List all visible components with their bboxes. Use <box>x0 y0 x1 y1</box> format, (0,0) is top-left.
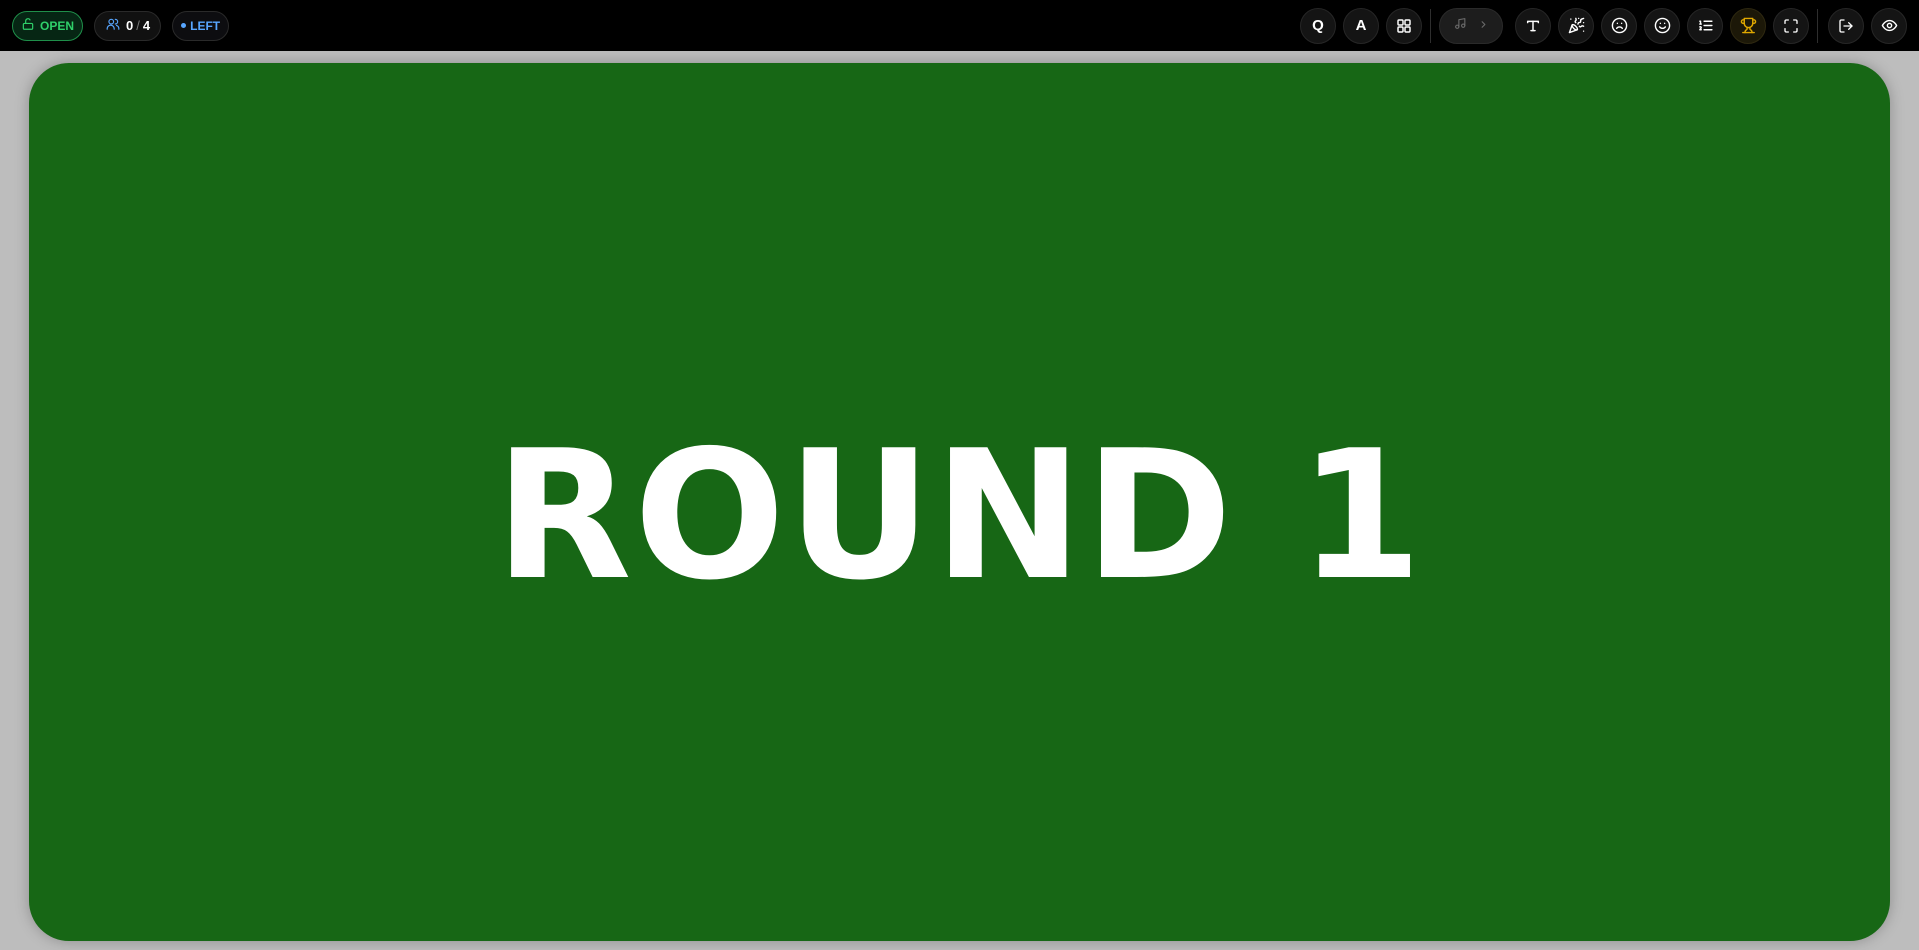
show-answer-button[interactable]: A <box>1343 7 1379 44</box>
room-status-label: OPEN <box>40 18 75 33</box>
music-control[interactable] <box>1439 7 1503 44</box>
sad-reaction-button[interactable] <box>1601 7 1637 44</box>
grid-view-button[interactable] <box>1386 7 1422 44</box>
music-note-icon[interactable] <box>1454 17 1467 35</box>
list-ordered-icon <box>1697 17 1714 34</box>
fullscreen-button[interactable] <box>1773 7 1809 44</box>
smile-icon <box>1654 17 1671 34</box>
view-toggle-button[interactable] <box>1871 7 1907 44</box>
trophy-icon <box>1740 17 1757 34</box>
player-count-badge[interactable]: 0 / 4 <box>94 10 162 41</box>
toolbar-divider <box>1817 8 1818 43</box>
fullscreen-icon <box>1783 18 1799 34</box>
toolbar-divider <box>1430 8 1431 43</box>
player-count-separator: / <box>136 18 140 33</box>
lock-open-icon <box>21 17 40 34</box>
exit-button[interactable] <box>1828 7 1864 44</box>
round-slide: ROUND 1 <box>29 63 1890 941</box>
top-toolbar: OPEN 0 / 4 LEFT Q A <box>0 0 1919 51</box>
happy-reaction-button[interactable] <box>1644 7 1680 44</box>
frown-icon <box>1611 17 1628 34</box>
log-out-icon <box>1838 18 1854 34</box>
grid-icon <box>1396 18 1412 34</box>
text-icon <box>1525 18 1541 34</box>
show-question-label: Q <box>1312 17 1324 34</box>
scoreboard-list-button[interactable] <box>1687 7 1723 44</box>
eye-icon <box>1881 17 1898 34</box>
confetti-button[interactable] <box>1558 7 1594 44</box>
side-indicator-label: LEFT <box>190 18 221 33</box>
toolbar-left-group: OPEN 0 / 4 LEFT <box>12 10 240 41</box>
show-question-button[interactable]: Q <box>1300 7 1336 44</box>
show-answer-label: A <box>1355 17 1367 34</box>
toolbar-right-group: Q A <box>1293 7 1907 44</box>
users-icon <box>105 17 126 34</box>
room-status-badge[interactable]: OPEN <box>12 10 84 41</box>
chevron-right-icon[interactable] <box>1478 17 1489 35</box>
text-tool-button[interactable] <box>1515 7 1551 44</box>
trophy-button[interactable] <box>1730 7 1766 44</box>
side-indicator-dot <box>181 23 187 28</box>
player-count-max: 4 <box>142 18 151 33</box>
side-indicator-badge[interactable]: LEFT <box>172 10 230 41</box>
round-title: ROUND 1 <box>494 411 1425 619</box>
party-popper-icon <box>1568 17 1585 34</box>
player-count-current: 0 <box>126 18 134 33</box>
